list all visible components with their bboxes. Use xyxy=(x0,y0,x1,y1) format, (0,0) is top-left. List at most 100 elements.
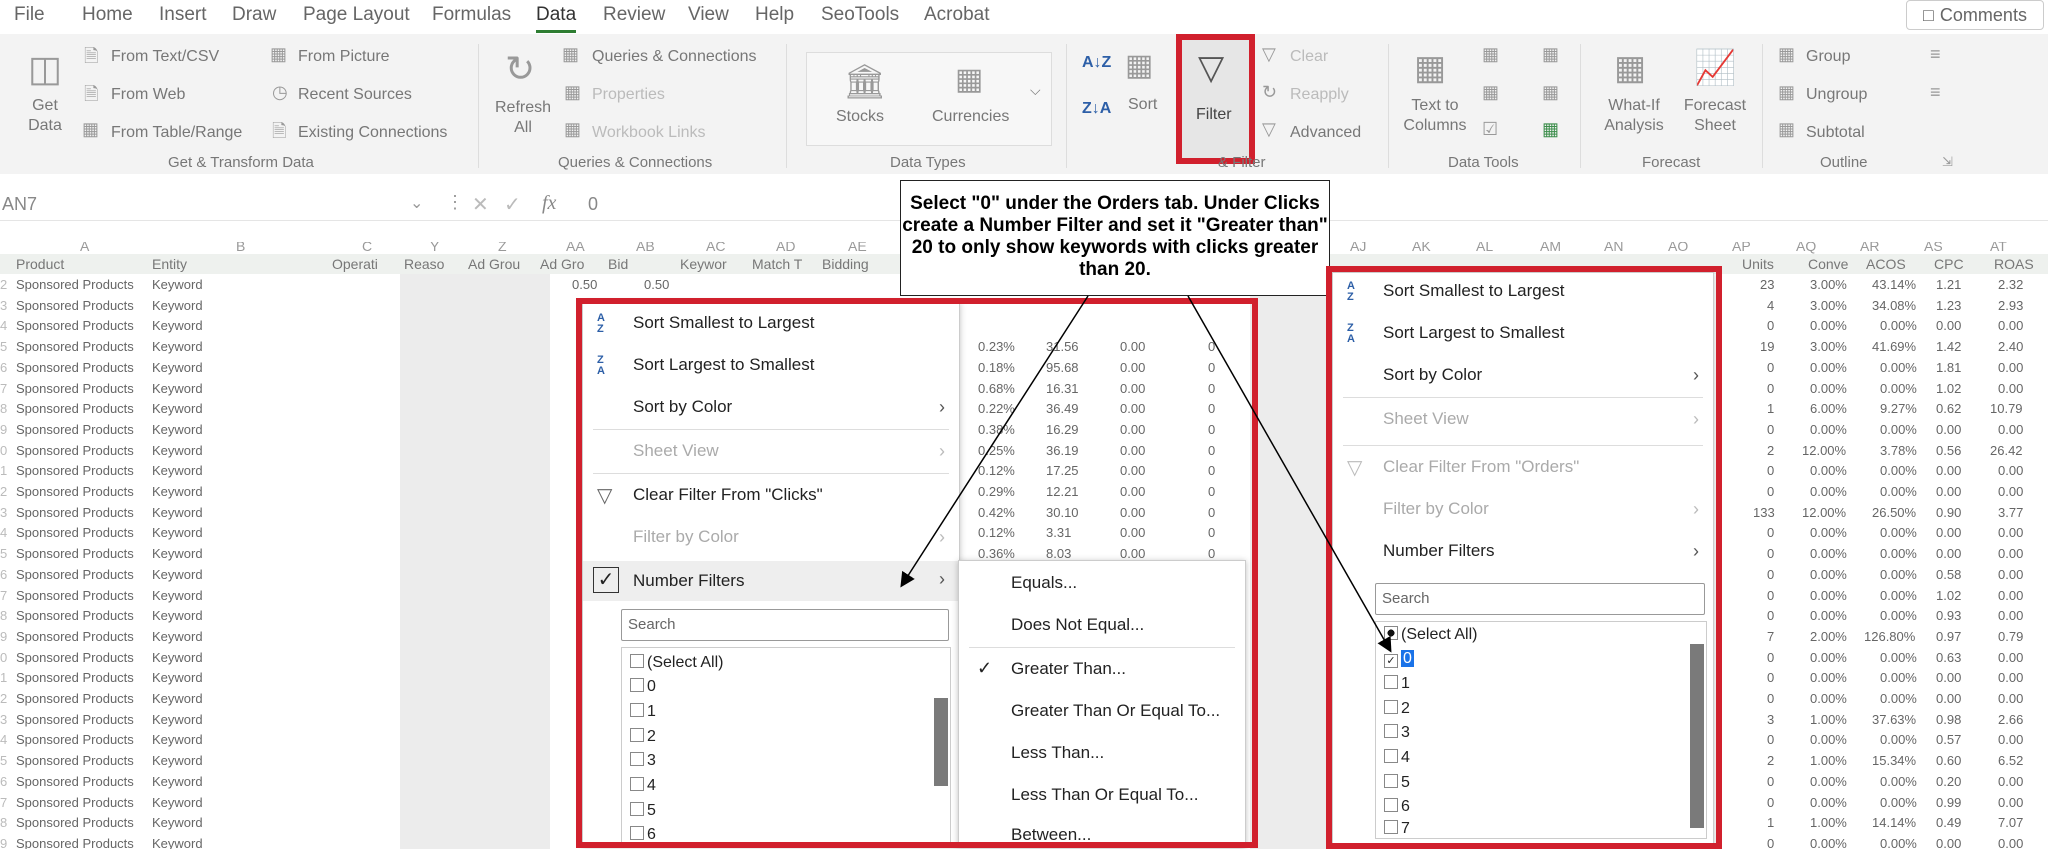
show-detail-icon[interactable]: ≡ xyxy=(1930,44,1941,65)
column-header-c[interactable]: C xyxy=(362,242,372,254)
tab-view[interactable]: View xyxy=(688,4,729,26)
column-header-ad[interactable]: AD xyxy=(776,242,795,254)
reapply-button[interactable]: Reapply xyxy=(1290,86,1349,104)
column-header-as[interactable]: AS xyxy=(1924,242,1943,254)
column-header-ac[interactable]: AC xyxy=(706,242,725,254)
sort-za-icon[interactable]: Z↓A xyxy=(1082,100,1111,118)
forecast-sheet-button[interactable]: Forecast Sheet xyxy=(1678,96,1752,136)
comments-button[interactable]: □ Comments xyxy=(1906,0,2044,30)
column-header-b[interactable]: B xyxy=(236,242,245,254)
what-if-analysis-button[interactable]: What-If Analysis xyxy=(1594,96,1674,136)
recent-sources-button[interactable]: Recent Sources xyxy=(298,86,412,104)
header-units[interactable]: Units xyxy=(1742,256,1774,272)
subtotal-button[interactable]: Subtotal xyxy=(1806,124,1865,142)
function-icon[interactable]: fx xyxy=(542,192,556,215)
from-table-range-button[interactable]: From Table/Range xyxy=(111,124,242,142)
tab-insert[interactable]: Insert xyxy=(159,4,207,26)
cell-metric: 0.00 xyxy=(1998,691,2024,706)
header-keyword[interactable]: Keywor xyxy=(680,256,727,272)
header-roas[interactable]: ROAS xyxy=(1994,256,2034,272)
tab-file[interactable]: File xyxy=(14,4,45,26)
from-text-csv-button[interactable]: From Text/CSV xyxy=(111,48,219,66)
tab-seotools[interactable]: SeoTools xyxy=(821,4,899,26)
sort-button[interactable]: Sort xyxy=(1128,96,1157,114)
column-header-ap[interactable]: AP xyxy=(1732,242,1751,254)
tab-help[interactable]: Help xyxy=(755,4,794,26)
group-button[interactable]: Group xyxy=(1806,48,1850,66)
header-cpc[interactable]: CPC xyxy=(1934,256,1964,272)
remove-duplicates-icon[interactable]: ▦ xyxy=(1482,82,1499,103)
header-bidding[interactable]: Bidding xyxy=(822,256,869,272)
header-product[interactable]: Product xyxy=(16,256,64,272)
clear-button[interactable]: Clear xyxy=(1290,48,1328,66)
ungroup-button[interactable]: Ungroup xyxy=(1806,86,1867,104)
from-web-button[interactable]: From Web xyxy=(111,86,185,104)
get-data-button[interactable]: Get Data xyxy=(25,96,65,136)
queries-connections-button[interactable]: Queries & Connections xyxy=(592,48,757,66)
column-header-ar[interactable]: AR xyxy=(1860,242,1879,254)
consolidate-icon[interactable]: ▦ xyxy=(1542,44,1559,65)
cell-metric: 0.00% xyxy=(1880,649,1917,665)
cell-metric: 23 xyxy=(1760,277,1775,292)
column-header-ae[interactable]: AE xyxy=(848,242,867,254)
relationships-icon[interactable]: ▦ xyxy=(1542,82,1559,103)
column-header-a[interactable]: A xyxy=(80,242,89,254)
header-operation[interactable]: Operati xyxy=(332,256,378,272)
cell-product: Sponsored Products xyxy=(16,525,134,541)
tab-formulas[interactable]: Formulas xyxy=(432,4,511,26)
refresh-all-button[interactable]: Refresh All xyxy=(494,98,552,138)
header-match-type[interactable]: Match T xyxy=(752,256,802,272)
workbook-links-button[interactable]: Workbook Links xyxy=(592,124,706,142)
filter-button[interactable]: ▽ Filter xyxy=(1176,34,1255,164)
column-header-ak[interactable]: AK xyxy=(1412,242,1431,254)
text-file-icon: 🗎 xyxy=(84,46,99,66)
tab-draw[interactable]: Draw xyxy=(232,4,276,26)
column-header-y[interactable]: Y xyxy=(430,242,439,254)
chevron-down-icon[interactable]: ⌄ xyxy=(410,193,423,213)
from-picture-button[interactable]: From Picture xyxy=(298,48,390,66)
dialog-launcher-icon[interactable]: ⇲ xyxy=(1942,154,1953,170)
column-header-aj[interactable]: AJ xyxy=(1350,242,1366,254)
column-header-aq[interactable]: AQ xyxy=(1796,242,1816,254)
gallery-scroll-icon[interactable]: ⌵ xyxy=(1030,82,1041,99)
column-header-ab[interactable]: AB xyxy=(636,242,655,254)
properties-button[interactable]: Properties xyxy=(592,86,665,104)
cell-metric: 0.90 xyxy=(1936,504,1962,520)
tab-page-layout[interactable]: Page Layout xyxy=(303,4,410,26)
column-header-at[interactable]: AT xyxy=(1990,242,2007,254)
advanced-button[interactable]: Advanced xyxy=(1290,124,1361,142)
column-header-am[interactable]: AM xyxy=(1540,242,1561,254)
stocks-button[interactable]: Stocks xyxy=(836,108,884,126)
column-header-ao[interactable]: AO xyxy=(1668,242,1688,254)
column-header-an[interactable]: AN xyxy=(1604,242,1623,254)
header-bid[interactable]: Bid xyxy=(608,256,628,272)
column-header-aa[interactable]: AA xyxy=(566,242,585,254)
header-conversion[interactable]: Conve xyxy=(1808,256,1848,272)
column-header-al[interactable]: AL xyxy=(1476,242,1493,254)
header-ad-group-2[interactable]: Ad Gro xyxy=(540,256,584,272)
tab-acrobat[interactable]: Acrobat xyxy=(924,4,989,26)
tab-data[interactable]: Data xyxy=(536,4,576,26)
existing-connections-button[interactable]: Existing Connections xyxy=(298,124,447,142)
cell-product: Sponsored Products xyxy=(16,815,134,831)
cancel-icon[interactable]: ✕ xyxy=(472,192,489,217)
sort-az-icon[interactable]: A↓Z xyxy=(1082,54,1111,72)
tab-review[interactable]: Review xyxy=(603,4,665,26)
enter-icon[interactable]: ✓ xyxy=(504,192,521,217)
header-reason[interactable]: Reaso xyxy=(404,256,444,272)
column-header-z[interactable]: Z xyxy=(498,242,507,254)
tab-home[interactable]: Home xyxy=(82,4,133,26)
formula-input[interactable]: 0 xyxy=(588,194,598,215)
hide-detail-icon[interactable]: ≡ xyxy=(1930,82,1941,103)
cell-entity: Keyword xyxy=(152,318,203,334)
cell-entity: Keyword xyxy=(152,794,203,810)
data-model-icon[interactable]: ▦ xyxy=(1542,119,1559,140)
header-acos[interactable]: ACOS xyxy=(1866,256,1906,272)
data-validation-icon[interactable]: ☑ xyxy=(1482,119,1498,140)
currencies-button[interactable]: Currencies xyxy=(932,108,1009,126)
header-entity[interactable]: Entity xyxy=(152,256,187,272)
header-ad-group[interactable]: Ad Grou xyxy=(468,256,520,272)
text-to-columns-button[interactable]: Text to Columns xyxy=(1400,96,1470,136)
name-box[interactable]: AN7 xyxy=(2,194,37,215)
flash-fill-icon[interactable]: ▦ xyxy=(1482,44,1499,65)
